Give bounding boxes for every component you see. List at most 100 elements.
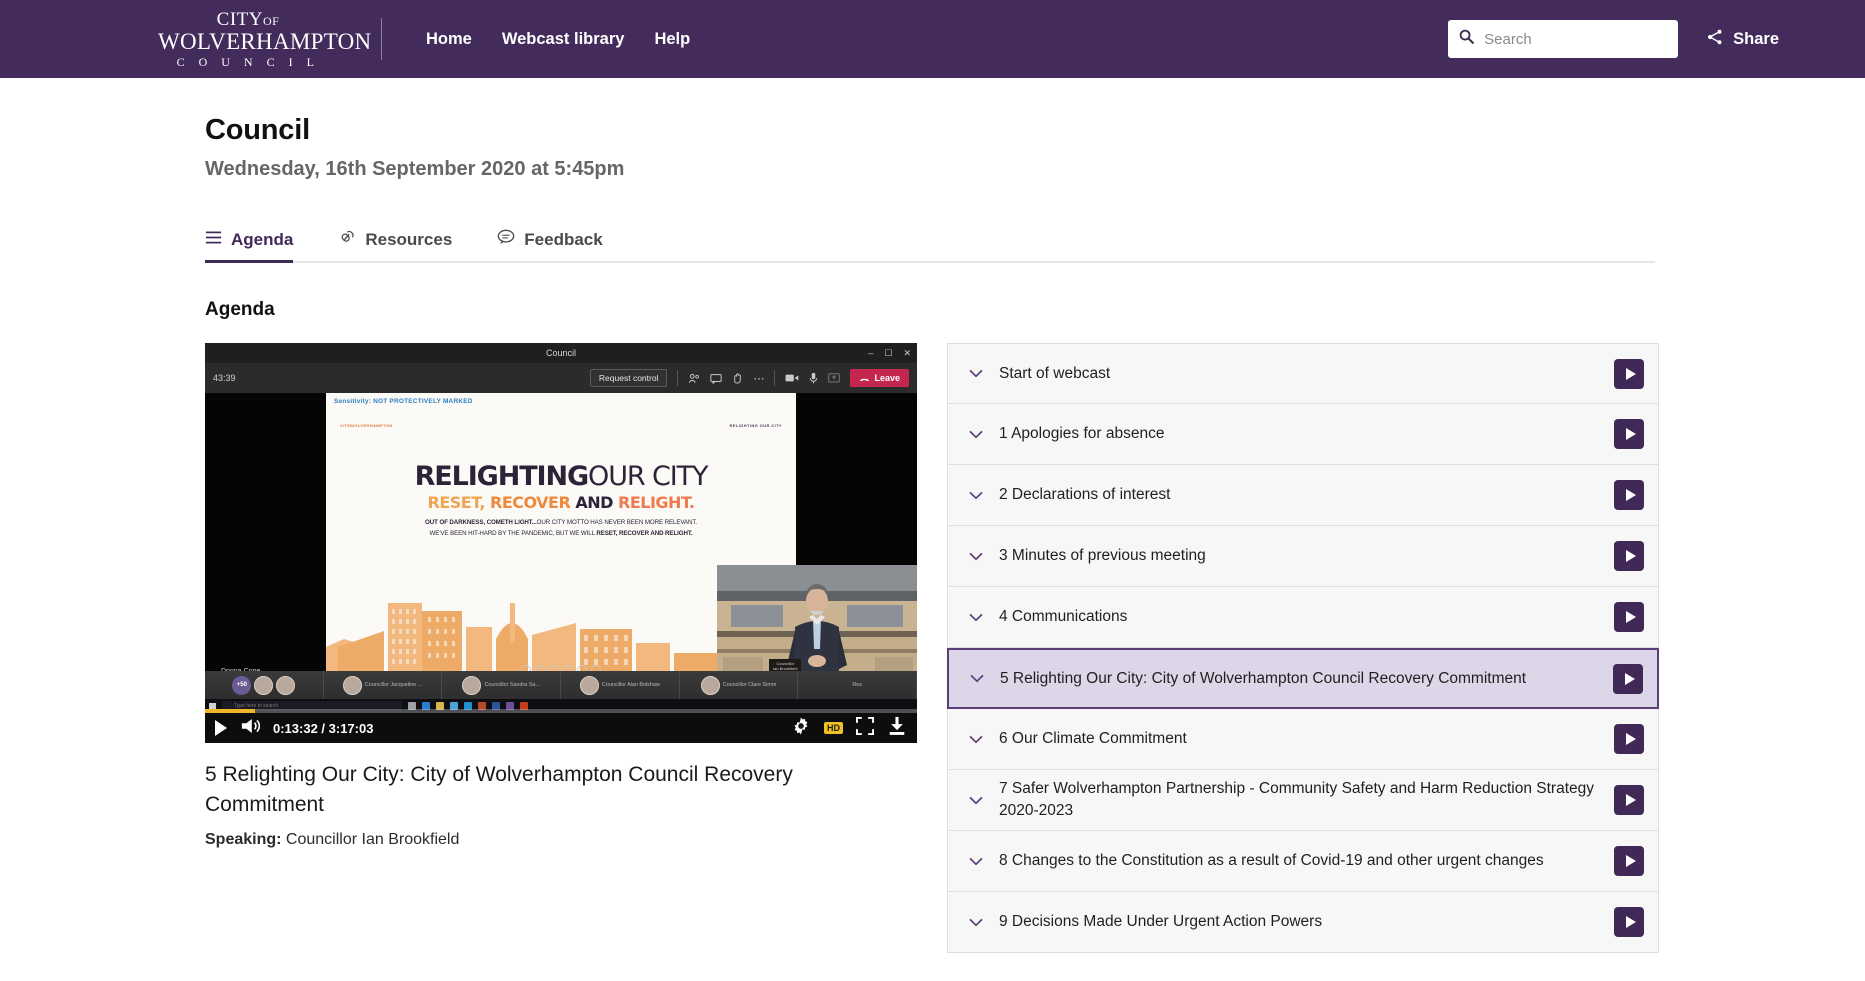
link-icon: [338, 229, 356, 250]
participant-cell[interactable]: Councillor Jacqueline ...: [324, 671, 443, 699]
play-icon: [1625, 916, 1636, 928]
player-progress-bar[interactable]: [205, 709, 917, 713]
agenda-row-8-changes-to-the-constitution[interactable]: 8 Changes to the Constitution as a resul…: [947, 831, 1659, 892]
gear-icon[interactable]: [791, 716, 811, 741]
download-icon[interactable]: [887, 716, 907, 741]
leave-label: Leave: [874, 373, 900, 383]
agenda-play-button[interactable]: [1613, 663, 1643, 694]
participant-cell[interactable]: Councillor Sandra Sa...: [442, 671, 562, 699]
nav-item-home[interactable]: Home: [426, 30, 472, 49]
minimize-icon[interactable]: –: [868, 348, 873, 358]
agenda-play-button[interactable]: [1614, 419, 1644, 449]
close-icon[interactable]: ✕: [903, 348, 911, 359]
agenda-play-button[interactable]: [1614, 602, 1644, 632]
agenda-play-button[interactable]: [1614, 541, 1644, 571]
raise-hand-icon[interactable]: [732, 372, 743, 384]
speaker-video-inset: Councillor Ian Brookfield: [717, 565, 917, 683]
tab-resources[interactable]: Resources: [338, 229, 470, 261]
volume-icon[interactable]: [240, 717, 261, 740]
search-box[interactable]: [1448, 20, 1679, 58]
nav-item-help[interactable]: Help: [654, 30, 690, 49]
tab-agenda[interactable]: Agenda: [205, 230, 311, 263]
agenda-row-3-minutes-of-previous-meeting[interactable]: 3 Minutes of previous meeting: [947, 526, 1659, 587]
participant-cell[interactable]: Res: [798, 671, 917, 699]
agenda-row-6-our-climate-commitment[interactable]: 6 Our Climate Commitment: [947, 709, 1659, 770]
request-control-button[interactable]: Request control: [589, 369, 668, 387]
leave-call-button[interactable]: Leave: [850, 369, 909, 387]
agenda-play-button[interactable]: [1614, 907, 1644, 937]
participant-cell[interactable]: +50: [205, 671, 324, 699]
avatar: [342, 675, 362, 695]
avatar: [579, 675, 599, 695]
maximize-icon[interactable]: ☐: [884, 348, 892, 359]
chevron-down-icon[interactable]: [969, 430, 983, 439]
agenda-item-list: Start of webcast 1 Apologies for absence…: [947, 343, 1659, 953]
agenda-row-5-relighting-our-city[interactable]: 5 Relighting Our City: City of Wolverham…: [947, 648, 1659, 709]
chevron-down-icon[interactable]: [969, 735, 983, 744]
play-icon: [1624, 672, 1635, 685]
fullscreen-icon[interactable]: [855, 716, 875, 740]
participant-name: Councillor Sandra Sa...: [484, 682, 540, 688]
logo-line-2: WOLVERHAMPTON: [158, 29, 372, 54]
camera-icon[interactable]: [785, 373, 799, 383]
chevron-down-icon[interactable]: [969, 491, 983, 500]
agenda-play-button[interactable]: [1614, 846, 1644, 876]
chevron-down-icon[interactable]: [969, 857, 983, 866]
chat-icon[interactable]: [710, 373, 723, 384]
agenda-play-button[interactable]: [1614, 480, 1644, 510]
video-player-column: Council – ☐ ✕ 43:39 Request control ⋯ Le…: [205, 343, 917, 953]
agenda-row-1-apologies-for-absence[interactable]: 1 Apologies for absence: [947, 404, 1659, 465]
slide-body-line-1: OUT OF DARKNESS, COMETH LIGHT...OUR CITY…: [326, 519, 796, 526]
agenda-row-4-communications[interactable]: 4 Communications: [947, 587, 1659, 648]
speaking-name: Councillor Ian Brookfield: [285, 830, 460, 848]
participant-cell[interactable]: Councillor Alan Bolshaw: [561, 671, 680, 699]
agenda-play-button[interactable]: [1614, 724, 1644, 754]
slide-body-1-rest: OUR CITY MOTTO HAS NEVER BEEN MORE RELEV…: [536, 519, 697, 526]
chevron-down-icon[interactable]: [969, 369, 983, 378]
toolbar-separator-2: [774, 370, 776, 386]
share-button[interactable]: Share: [1706, 28, 1779, 51]
chevron-down-icon[interactable]: [969, 613, 983, 622]
slide-brand-left: #ITSWOLVERHAMPTON: [340, 423, 393, 428]
slide-heading-thin: OUR CITY: [588, 461, 708, 492]
microphone-icon[interactable]: [809, 372, 818, 384]
share-screen-icon[interactable]: [828, 372, 841, 384]
section-title-agenda: Agenda: [205, 299, 275, 320]
player-controls-bar: 0:13:32 / 3:17:03 HD: [205, 709, 917, 743]
avatar: [700, 675, 720, 695]
chevron-down-icon[interactable]: [970, 674, 984, 683]
video-speaker: Speaking: Councillor Ian Brookfield: [205, 831, 917, 849]
chevron-down-icon[interactable]: [969, 796, 983, 805]
play-icon[interactable]: [215, 720, 227, 736]
agenda-item-label: 2 Declarations of interest: [999, 486, 1171, 504]
teams-call-toolbar: 43:39 Request control ⋯ Leave: [205, 363, 917, 393]
phone-hangup-icon: [860, 378, 870, 381]
logo-line-3: C O U N C I L: [176, 55, 320, 69]
site-logo[interactable]: CITYOF WOLVERHAMPTON C O U N C I L: [158, 10, 372, 69]
play-icon: [1625, 794, 1636, 806]
participant-cell[interactable]: Councillor Clare Simm: [680, 671, 799, 699]
agenda-row-start-of-webcast[interactable]: Start of webcast: [947, 343, 1659, 404]
video-player[interactable]: Council – ☐ ✕ 43:39 Request control ⋯ Le…: [205, 343, 917, 743]
header-divider: [381, 18, 382, 60]
agenda-play-button[interactable]: [1614, 785, 1644, 815]
agenda-row-7-safer-wolverhampton-partnership[interactable]: 7 Safer Wolverhampton Partnership - Comm…: [947, 770, 1659, 831]
agenda-item-label: 8 Changes to the Constitution as a resul…: [999, 852, 1544, 870]
agenda-row-9-decisions-made-under-urgent-action-powers[interactable]: 9 Decisions Made Under Urgent Action Pow…: [947, 892, 1659, 953]
chevron-down-icon[interactable]: [969, 918, 983, 927]
chevron-down-icon[interactable]: [969, 552, 983, 561]
slide-body-1-bold: OUT OF DARKNESS, COMETH LIGHT...: [425, 519, 537, 526]
tab-feedback-label: Feedback: [524, 229, 603, 249]
play-icon: [1625, 855, 1636, 867]
search-input[interactable]: [1484, 30, 1669, 48]
page-subtitle: Wednesday, 16th September 2020 at 5:45pm: [205, 158, 625, 180]
quality-badge[interactable]: HD: [824, 722, 843, 734]
agenda-play-button[interactable]: [1614, 358, 1644, 389]
site-header: CITYOF WOLVERHAMPTON C O U N C I L Home …: [0, 0, 1865, 78]
agenda-row-2-declarations-of-interest[interactable]: 2 Declarations of interest: [947, 465, 1659, 526]
video-title: 5 Relighting Our City: City of Wolverham…: [205, 763, 793, 817]
tab-feedback[interactable]: Feedback: [497, 229, 620, 261]
more-options-icon[interactable]: ⋯: [753, 372, 764, 385]
nav-item-webcast-library[interactable]: Webcast library: [502, 30, 625, 49]
participants-icon[interactable]: [688, 373, 700, 384]
